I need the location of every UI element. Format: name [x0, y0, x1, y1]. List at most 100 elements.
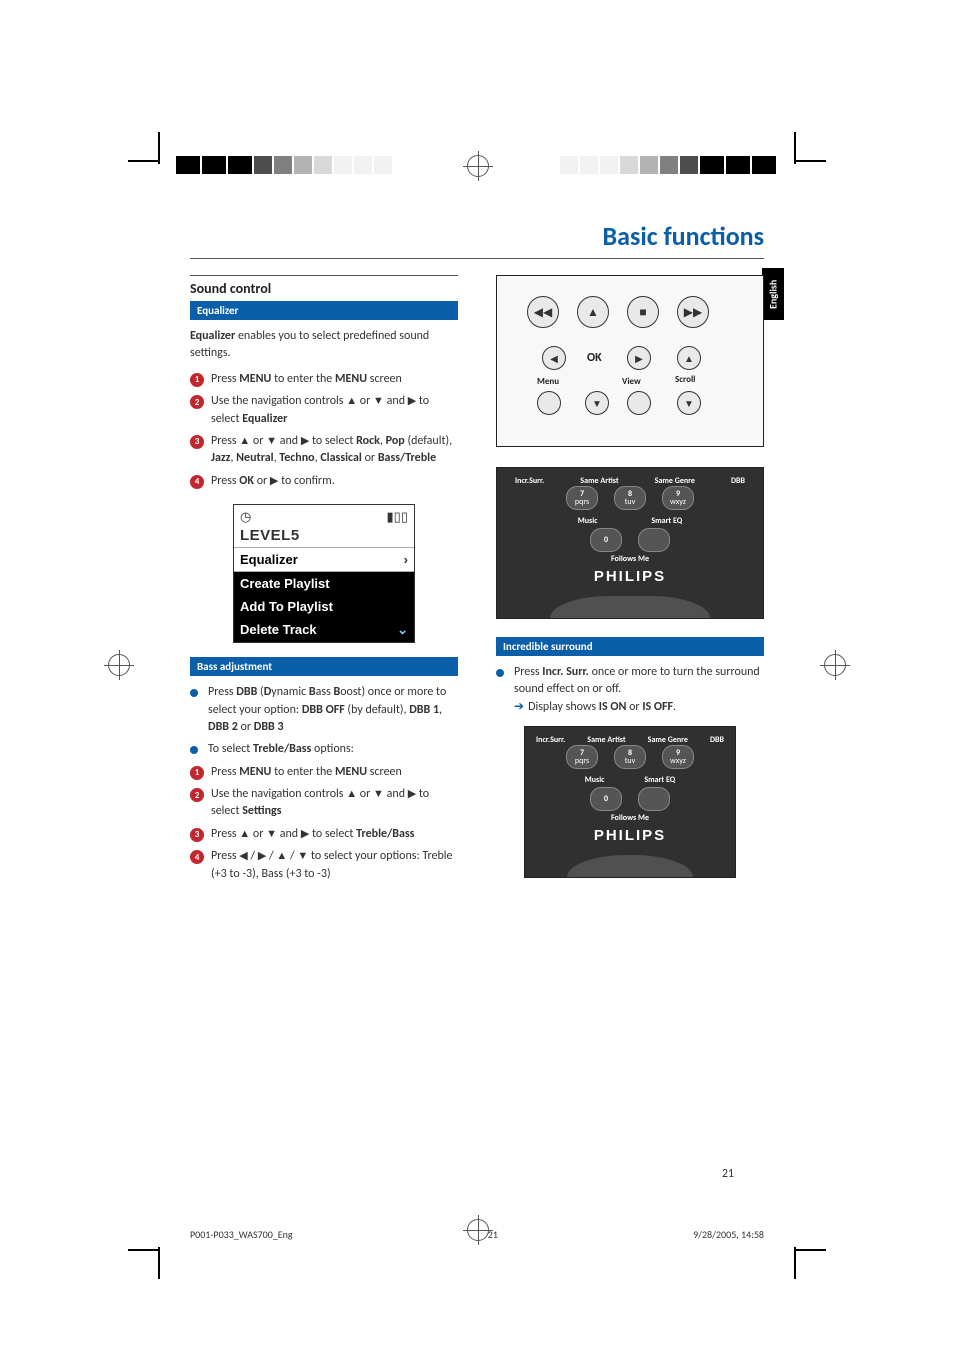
label: Smart EQ [651, 516, 682, 526]
keypad-top-labels: Incr.Surr. Same Artist Same Genre DBB [497, 476, 763, 486]
language-tab: English [762, 268, 784, 320]
label: DBB [710, 735, 724, 745]
crop-mark [794, 160, 826, 162]
step-text: Use the navigation controls ▲ or ▼ and ▶… [211, 393, 458, 428]
label: Incr.Surr. [536, 735, 565, 745]
key-9: 9wxyz [662, 745, 694, 769]
right-column: ◀◀ ▲ ■ ▶▶ ◀ OK ▶ ▲ Menu View Scroll ▼ ▼ [496, 275, 764, 888]
label: Incr.Surr. [515, 476, 544, 486]
step-text: Press Incr. Surr. once or more to turn t… [514, 664, 764, 716]
step-number-icon: 1 [190, 766, 204, 780]
crop-mark [794, 1247, 796, 1279]
step-number-icon: 4 [190, 475, 204, 489]
key-8: 8tuv [614, 486, 646, 510]
text: Equalizer [190, 329, 235, 343]
print-footer: P001-P033_WAS700_Eng 21 9/28/2005, 14:58 [190, 1228, 764, 1241]
remote-nav-panel: ◀◀ ▲ ■ ▶▶ ◀ OK ▶ ▲ Menu View Scroll ▼ ▼ [496, 275, 764, 447]
up-small-icon: ▲ [677, 346, 701, 370]
crop-mark [128, 1249, 160, 1251]
step-2: 2 Use the navigation controls ▲ or ▼ and… [190, 786, 458, 821]
step-text: Press MENU to enter the MENU screen [211, 371, 458, 388]
label: Smart EQ [644, 775, 675, 785]
label: Music [578, 516, 598, 526]
subsection-surround: Incredible surround [496, 637, 764, 656]
left-icon: ◀ [542, 346, 566, 370]
keypad-top-labels: Incr.Surr. Same Artist Same Genre DBB [525, 735, 735, 745]
keypad-mid-labels: Music Smart EQ [497, 516, 763, 526]
keypad-row: 7pqrs 8tuv 9wxyz [525, 745, 735, 769]
device-screen-mock: ◷ ▮▯▯ LEVEL5 Equalizer › Create Playlist… [233, 504, 415, 643]
blank-button [537, 391, 561, 415]
crop-mark [794, 1249, 826, 1251]
page-title: Basic functions [190, 220, 764, 259]
step-text: Press OK or ▶ to confirm. [211, 473, 458, 490]
crop-mark [158, 1247, 160, 1279]
follows-label: Follows Me [497, 554, 763, 564]
down-small-icon: ▼ [677, 391, 701, 415]
subsection-bass: Bass adjustment [190, 657, 458, 676]
subsection-equalizer: Equalizer [190, 301, 458, 320]
key-blank [638, 528, 670, 552]
equalizer-intro: Equalizer enables you to select predefin… [190, 328, 458, 363]
screen-level: LEVEL5 [234, 527, 414, 547]
registration-bar-right [560, 156, 778, 174]
label: Music [585, 775, 605, 785]
screen-row: Create Playlist [234, 572, 414, 595]
keypad-row: 0 [497, 528, 763, 552]
blank-button [627, 391, 651, 415]
footer-datetime: 9/28/2005, 14:58 [693, 1228, 764, 1241]
key-8: 8tuv [614, 745, 646, 769]
section-heading: Sound control [190, 275, 458, 297]
bullet-item: To select Treble/Bass options: [190, 741, 458, 758]
page: Basic functions English Sound control Eq… [0, 0, 954, 1351]
step-number-icon: 2 [190, 788, 204, 802]
step-text: Press ▲ or ▼ and ▶ to select Treble/Bass [211, 826, 458, 843]
label: Same Genre [648, 735, 688, 745]
step-text: Press MENU to enter the MENU screen [211, 764, 458, 781]
view-label: View [622, 376, 641, 387]
label: Same Genre [655, 476, 695, 486]
step-3: 3 Press ▲ or ▼ and ▶ to select Treble/Ba… [190, 826, 458, 843]
step-4: 4 Press OK or ▶ to confirm. [190, 473, 458, 490]
bullet-item: Press Incr. Surr. once or more to turn t… [496, 664, 764, 716]
crop-mark [158, 132, 160, 164]
up-icon: ▲ [577, 296, 609, 328]
chevron-down-icon: ⌄ [397, 622, 408, 638]
keypad-scoop [550, 596, 710, 618]
step-text: Press ▲ or ▼ and ▶ to select Rock, Pop (… [211, 433, 458, 468]
key-blank [638, 787, 670, 811]
right-icon: ▶ [627, 346, 651, 370]
key-9: 9wxyz [662, 486, 694, 510]
step-number-icon: 4 [190, 850, 204, 864]
scroll-label: Scroll [675, 374, 695, 385]
remote-keypad-panel: Incr.Surr. Same Artist Same Genre DBB 7p… [524, 726, 736, 878]
follows-label: Follows Me [525, 813, 735, 823]
screen-row-selected: Equalizer › [234, 547, 414, 572]
step-number-icon: 1 [190, 373, 204, 387]
clock-icon: ◷ [240, 509, 251, 525]
registration-target-icon [824, 654, 846, 676]
step-text: Press ◀ / ▶ / ▲ / ▼ to select your optio… [211, 848, 458, 883]
two-column-layout: Sound control Equalizer Equalizer enable… [190, 275, 764, 888]
ok-label: OK [587, 351, 602, 365]
stop-icon: ■ [627, 296, 659, 328]
menu-label: Menu [537, 376, 559, 387]
step-text: Press DBB (Dynamic Bass Boost) once or m… [208, 684, 458, 736]
bullet-item: Press DBB (Dynamic Bass Boost) once or m… [190, 684, 458, 736]
key-0: 0 [590, 787, 622, 811]
rewind-icon: ◀◀ [527, 296, 559, 328]
text: Delete Track [240, 622, 317, 638]
crop-mark [128, 160, 160, 162]
label: Same Artist [580, 476, 618, 486]
label: DBB [731, 476, 745, 486]
step-number-icon: 2 [190, 395, 204, 409]
keypad-row: 7pqrs 8tuv 9wxyz [497, 486, 763, 510]
text: Equalizer [240, 552, 298, 567]
keypad-scoop [567, 855, 693, 877]
registration-target-icon [467, 155, 489, 177]
keypad-row: 0 [525, 787, 735, 811]
step-2: 2 Use the navigation controls ▲ or ▼ and… [190, 393, 458, 428]
screen-statusbar: ◷ ▮▯▯ [234, 505, 414, 527]
step-4: 4 Press ◀ / ▶ / ▲ / ▼ to select your opt… [190, 848, 458, 883]
bullet-icon [496, 669, 504, 677]
